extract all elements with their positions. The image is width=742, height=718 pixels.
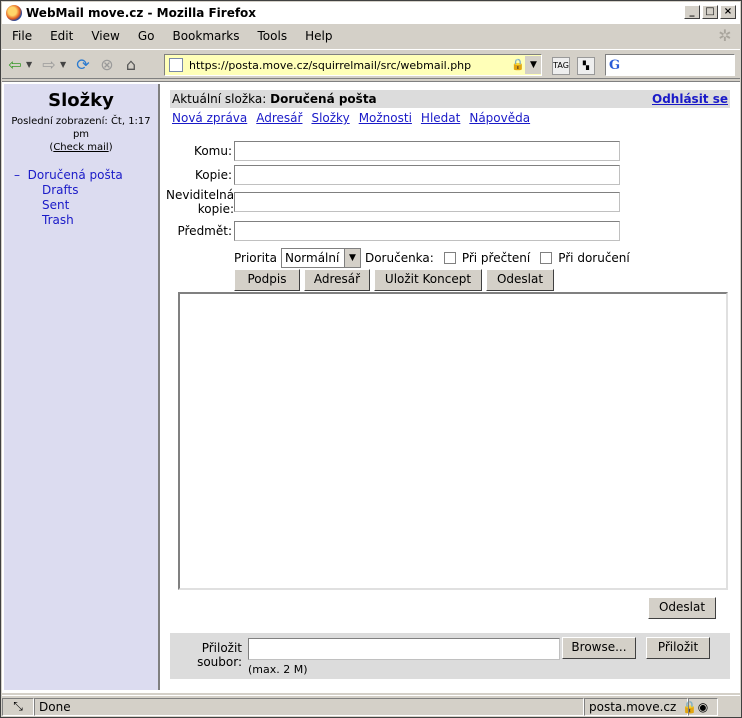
last-refresh: Poslední zobrazení: Čt, 1:17 pm (Check m…	[11, 116, 151, 153]
forward-dropdown-icon[interactable]: ▼	[60, 60, 70, 69]
folder-drafts[interactable]: Drafts	[4, 183, 158, 198]
menu-edit[interactable]: Edit	[40, 29, 81, 43]
connection-icon: ⤡	[2, 697, 34, 716]
to-field[interactable]	[234, 141, 620, 161]
home-icon[interactable]: ⌂	[120, 53, 142, 75]
bcc-label: Neviditelná kopie:	[166, 188, 234, 216]
firefox-icon	[6, 5, 22, 21]
close-button[interactable]: ×	[720, 5, 736, 19]
navigation-toolbar: ⇦ ▼ ⇨ ▼ ⟳ ⊗ ⌂ https://posta.move.cz/squi…	[2, 49, 740, 79]
folder-trash[interactable]: Trash	[4, 213, 158, 228]
maximize-button[interactable]: □	[702, 5, 718, 19]
current-folder-label: Aktuální složka:	[172, 92, 267, 106]
subject-field[interactable]	[234, 221, 620, 241]
cc-field[interactable]	[234, 165, 620, 185]
last-refresh-text: Poslední zobrazení: Čt, 1:17 pm	[11, 116, 151, 140]
menu-bar: File Edit View Go Bookmarks Tools Help ✲	[2, 25, 740, 47]
link-new-message[interactable]: Nová zpráva	[172, 111, 247, 125]
send-button[interactable]: Odeslat	[486, 269, 554, 291]
extension-icon[interactable]: ▚	[577, 57, 595, 75]
minimize-button[interactable]: _	[684, 5, 700, 19]
status-text: Done	[34, 697, 584, 716]
priority-select[interactable]: Normální ▼	[280, 248, 361, 268]
compose-panel: Aktuální složka: Doručená pošta Odhlásit…	[164, 84, 736, 690]
window-title: WebMail move.cz - Mozilla Firefox	[26, 6, 257, 20]
menu-tools[interactable]: Tools	[248, 29, 296, 43]
status-host: posta.move.cz 🔒	[584, 697, 697, 716]
send-button-bottom[interactable]: Odeslat	[648, 597, 716, 619]
receipt-read-label: Při přečtení	[461, 251, 531, 265]
lock-icon: 🔒	[511, 58, 525, 71]
logout-link[interactable]: Odhlásit se	[652, 92, 728, 106]
save-draft-button[interactable]: Uložit Koncept	[374, 269, 482, 291]
to-label: Komu:	[194, 144, 232, 158]
receipt-delivery-label: Při doručení	[558, 251, 630, 265]
menu-help[interactable]: Help	[295, 29, 340, 43]
receipt-delivery-checkbox[interactable]	[540, 252, 553, 264]
status-host-text: posta.move.cz	[589, 699, 677, 714]
receipt-label: Doručenka:	[364, 251, 434, 265]
status-bar: ⤡ Done posta.move.cz 🔒 ◉	[2, 695, 740, 717]
attach-button[interactable]: Přiložit	[646, 637, 710, 659]
bcc-field[interactable]	[234, 192, 620, 212]
attach-label-line1: Přiložit	[201, 641, 242, 655]
menu-view[interactable]: View	[81, 29, 127, 43]
link-folders[interactable]: Složky	[311, 111, 349, 125]
signature-button[interactable]: Podpis	[234, 269, 300, 291]
title-bar: WebMail move.cz - Mozilla Firefox _ □ ×	[2, 2, 740, 24]
folder-list: – Doručená pošta Drafts Sent Trash	[4, 168, 158, 228]
back-icon[interactable]: ⇦	[4, 53, 26, 75]
priority-value: Normální	[284, 251, 340, 265]
current-folder-name: Doručená pošta	[270, 92, 377, 106]
folder-inbox[interactable]: – Doručená pošta	[4, 168, 158, 183]
browse-button[interactable]: Browse...	[562, 637, 636, 659]
attach-section: Přiložit soubor: (max. 2 M) Browse... Př…	[170, 633, 730, 679]
chevron-down-icon[interactable]: ▼	[343, 249, 360, 267]
message-body[interactable]	[178, 292, 728, 590]
sidebar-title: Složky	[48, 90, 114, 111]
url-dropdown-icon[interactable]: ▼	[525, 56, 541, 74]
bcc-label-line1: Neviditelná	[166, 188, 235, 202]
menu-go[interactable]: Go	[128, 29, 163, 43]
receipt-read-checkbox[interactable]	[443, 252, 456, 264]
stop-icon[interactable]: ⊗	[96, 53, 118, 75]
folder-sent[interactable]: Sent	[4, 198, 158, 213]
attach-max-size: (max. 2 M)	[248, 663, 308, 676]
search-bar[interactable]: G	[605, 54, 735, 76]
bcc-label-line2: kopie:	[197, 202, 234, 216]
cc-label: Kopie:	[195, 168, 232, 182]
url-text[interactable]: https://posta.move.cz/squirrelmail/src/w…	[189, 59, 511, 72]
attach-file-input[interactable]	[248, 638, 560, 660]
menu-file[interactable]: File	[2, 29, 40, 43]
priority-label: Priorita	[234, 251, 277, 265]
throbber-icon: ✲	[718, 26, 732, 45]
folder-sidebar: Složky Poslední zobrazení: Čt, 1:17 pm (…	[4, 84, 160, 690]
options-row: Priorita Normální ▼ Doručenka: Při přečt…	[234, 248, 630, 268]
firefox-status-icon[interactable]: ◉	[688, 697, 718, 716]
menu-bookmarks[interactable]: Bookmarks	[162, 29, 247, 43]
back-dropdown-icon[interactable]: ▼	[26, 60, 36, 69]
check-mail-link[interactable]: Check mail	[53, 142, 108, 153]
attach-label-line2: soubor:	[197, 655, 242, 669]
page-icon	[169, 58, 183, 72]
collapse-icon[interactable]: –	[14, 168, 20, 182]
link-address-book[interactable]: Adresář	[256, 111, 302, 125]
browser-window: WebMail move.cz - Mozilla Firefox _ □ × …	[0, 0, 742, 718]
link-search[interactable]: Hledat	[421, 111, 460, 125]
tag-icon[interactable]: TAG	[552, 57, 570, 75]
subject-label: Předmět:	[177, 224, 232, 238]
google-icon[interactable]: G	[609, 58, 620, 73]
forward-icon[interactable]: ⇨	[38, 53, 60, 75]
address-book-button[interactable]: Adresář	[304, 269, 370, 291]
folder-label[interactable]: Doručená pošta	[28, 168, 123, 182]
url-bar[interactable]: https://posta.move.cz/squirrelmail/src/w…	[164, 54, 542, 76]
attach-label: Přiložit soubor:	[192, 641, 242, 669]
reload-icon[interactable]: ⟳	[72, 53, 94, 75]
current-folder-bar: Aktuální složka: Doručená pošta Odhlásit…	[170, 90, 730, 108]
compose-links: Nová zpráva Adresář Složky Možnosti Hled…	[172, 111, 530, 125]
page-content: Složky Poslední zobrazení: Čt, 1:17 pm (…	[2, 81, 740, 693]
link-help[interactable]: Nápověda	[469, 111, 530, 125]
link-options[interactable]: Možnosti	[359, 111, 412, 125]
